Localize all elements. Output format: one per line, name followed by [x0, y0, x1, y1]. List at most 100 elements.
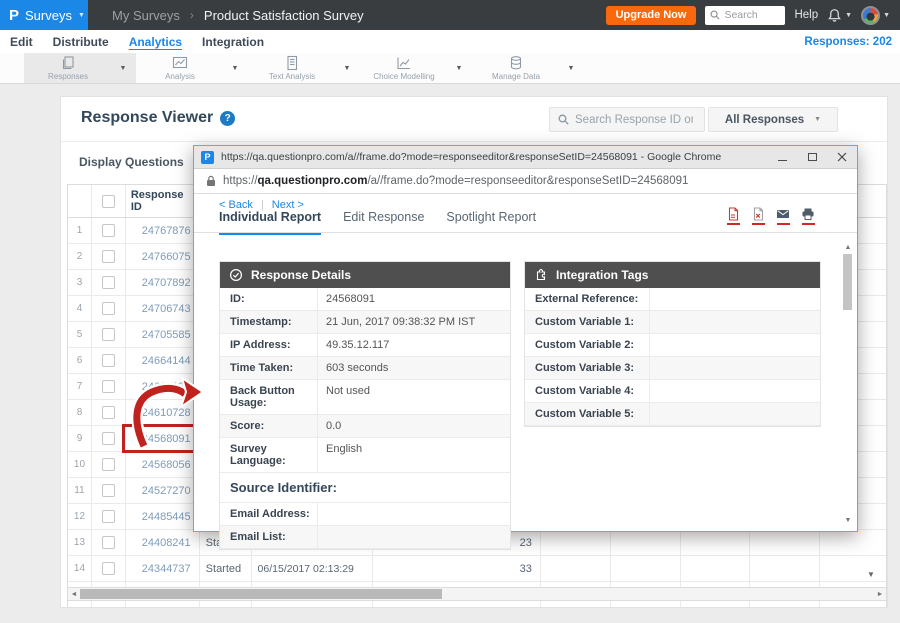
row-checkbox[interactable] [102, 510, 115, 523]
response-id-link[interactable]: 24485445 [126, 511, 199, 523]
response-details-panel: Response Details ID:24568091Timestamp:21… [219, 261, 511, 550]
upgrade-now-button[interactable]: Upgrade Now [606, 6, 697, 25]
popup-titlebar[interactable]: P https://qa.questionpro.com/a//frame.do… [194, 146, 857, 169]
column-header-response-id[interactable]: Response ID▲ [126, 185, 200, 217]
breadcrumb-my-surveys[interactable]: My Surveys [112, 8, 180, 23]
detail-row: External Reference: [525, 288, 820, 311]
row-checkbox[interactable] [102, 380, 115, 393]
row-checkbox[interactable] [102, 302, 115, 315]
popup-vertical-scrollbar[interactable]: ▲ ▼ [842, 242, 854, 525]
nav-tab-edit[interactable]: Edit [10, 35, 33, 49]
response-id-link[interactable]: 24706743 [126, 303, 199, 315]
response-id-link[interactable]: 24766075 [126, 251, 199, 263]
table-cell [92, 400, 126, 425]
response-search-input[interactable] [575, 114, 693, 126]
detail-value [650, 357, 820, 379]
nav-tab-integration[interactable]: Integration [202, 35, 264, 49]
table-cell [92, 270, 126, 295]
response-id-link[interactable]: 24344737 [126, 563, 199, 575]
help-icon[interactable]: ? [220, 111, 235, 126]
toolbar-group-text-analysis: Text Analysis▼ [248, 53, 360, 83]
product-switcher[interactable]: P Surveys ▼ [0, 0, 88, 30]
bell-icon [827, 8, 842, 23]
detail-row: IP Address:49.35.12.117 [220, 334, 510, 357]
row-checkbox[interactable] [102, 276, 115, 289]
detail-row: Custom Variable 4: [525, 380, 820, 403]
response-id-link[interactable]: 24707892 [126, 277, 199, 289]
response-id-link[interactable]: 24568056 [126, 459, 199, 471]
minimize-icon[interactable] [767, 146, 797, 168]
row-checkbox[interactable] [102, 406, 115, 419]
detail-label: Email List: [220, 526, 318, 548]
detail-value: 21 Jun, 2017 09:38:32 PM IST [318, 311, 510, 333]
detail-row: ID:24568091 [220, 288, 510, 311]
toolbar-button-responses[interactable]: Responses [24, 53, 112, 83]
toolbar-caret-analysis[interactable]: ▼ [224, 53, 246, 83]
row-checkbox[interactable] [102, 328, 115, 341]
row-checkbox[interactable] [102, 250, 115, 263]
response-search-box[interactable] [549, 107, 705, 132]
vertical-scroll-thumb[interactable] [843, 254, 852, 310]
export-pdf-button[interactable] [726, 207, 740, 225]
maximize-icon[interactable] [797, 146, 827, 168]
row-checkbox[interactable] [102, 432, 115, 445]
table-cell [611, 530, 681, 555]
status-cell: Started [200, 563, 241, 575]
global-search-input[interactable] [724, 9, 780, 21]
detail-label: Email Address: [220, 503, 318, 525]
row-checkbox[interactable] [102, 562, 115, 575]
nav-tab-analytics[interactable]: Analytics [129, 35, 182, 49]
row-checkbox[interactable] [102, 536, 115, 549]
row-checkbox[interactable] [102, 484, 115, 497]
table-vscroll-down-arrow[interactable]: ▼ [867, 570, 875, 579]
help-link[interactable]: Help [794, 9, 818, 21]
toolbar-caret-text-analysis[interactable]: ▼ [336, 53, 358, 83]
scroll-down-arrow-icon[interactable]: ▼ [842, 515, 854, 525]
toolbar-button-analysis[interactable]: Analysis [136, 53, 224, 83]
timestamp-cell: 06/15/2017 02:13:29 [252, 563, 354, 575]
toolbar-button-manage-data[interactable]: Manage Data [472, 53, 560, 83]
detail-row: Custom Variable 2: [525, 334, 820, 357]
detail-value: 24568091 [318, 288, 510, 310]
toolbar-caret-manage-data[interactable]: ▼ [560, 53, 582, 83]
red-underline [777, 223, 790, 225]
source-identifier-header: Source Identifier: [220, 473, 510, 503]
account-menu[interactable]: ▼ [861, 6, 890, 25]
response-id-link[interactable]: 24705585 [126, 329, 199, 341]
response-id-link[interactable]: 24767876 [126, 225, 199, 237]
scroll-right-arrow-icon[interactable]: ► [874, 588, 886, 600]
pdf-icon [726, 207, 740, 221]
table-horizontal-scrollbar[interactable]: ◄ ► [67, 587, 887, 601]
toolbar-caret-choice-modelling[interactable]: ▼ [448, 53, 470, 83]
nav-tab-distribute[interactable]: Distribute [53, 35, 109, 49]
close-icon[interactable] [827, 146, 857, 168]
global-search-box[interactable] [705, 6, 785, 25]
toolbar-button-choice-modelling[interactable]: Choice Modelling [360, 53, 448, 83]
scroll-up-arrow-icon[interactable]: ▲ [842, 242, 854, 252]
toolbar-button-text-analysis[interactable]: Text Analysis [248, 53, 336, 83]
scroll-left-arrow-icon[interactable]: ◄ [68, 588, 80, 600]
toolbar-group-manage-data: Manage Data ▼ [472, 53, 584, 83]
table-cell: Started [200, 556, 252, 581]
table-cell: 8 [68, 400, 92, 425]
popup-address-bar[interactable]: https://qa.questionpro.com/a//frame.do?m… [194, 169, 857, 194]
toolbar-group-responses: Responses ▼ [24, 53, 136, 83]
row-checkbox[interactable] [102, 354, 115, 367]
response-id-link[interactable]: 24408241 [126, 537, 199, 549]
toolbar-label-responses: Responses [48, 72, 88, 81]
row-checkbox[interactable] [102, 458, 115, 471]
table-cell: 24705585 [126, 322, 200, 347]
export-print-button[interactable] [801, 207, 815, 225]
row-checkbox[interactable] [102, 224, 115, 237]
toolbar-label-manage-data: Manage Data [492, 72, 540, 81]
response-id-link[interactable]: 24527270 [126, 485, 199, 497]
select-all-checkbox[interactable] [102, 195, 115, 208]
export-excel-button[interactable] [751, 207, 765, 225]
divider [61, 141, 888, 142]
email-icon [776, 207, 790, 221]
response-filter-dropdown[interactable]: All Responses ▼ [708, 107, 838, 132]
notifications-menu[interactable]: ▼ [827, 8, 852, 23]
toolbar-caret-responses[interactable]: ▼ [112, 53, 134, 83]
horizontal-scroll-thumb[interactable] [80, 589, 442, 599]
export-email-button[interactable] [776, 207, 790, 225]
